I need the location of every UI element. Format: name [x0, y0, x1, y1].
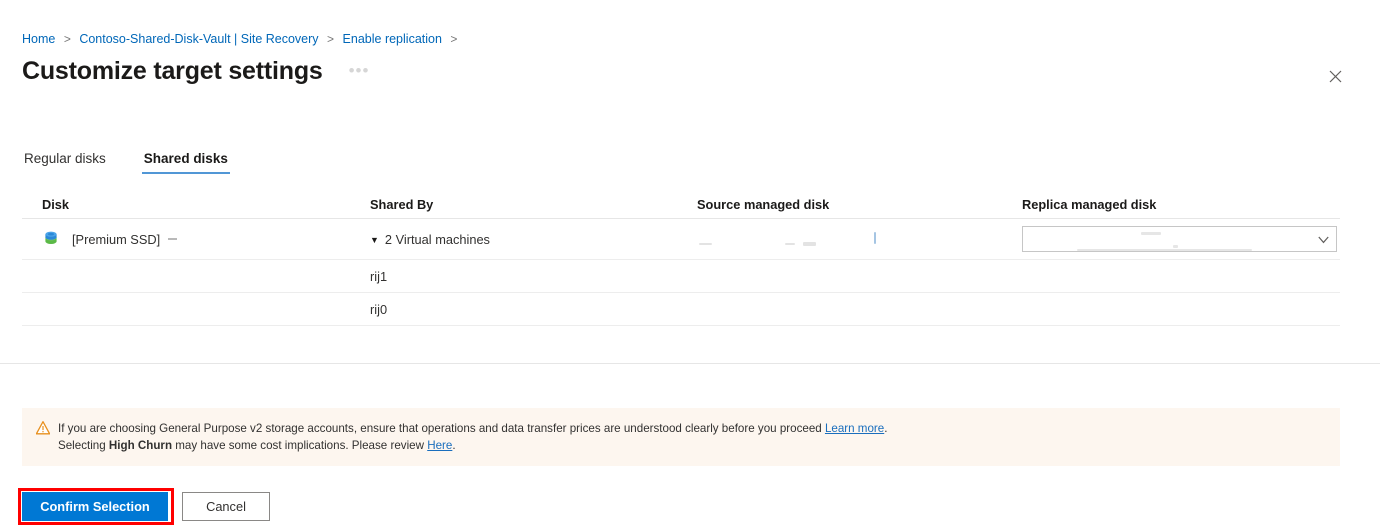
warning-line2-prefix: Selecting	[58, 439, 109, 452]
breadcrumb-item-enable-replication[interactable]: Enable replication	[343, 32, 442, 46]
column-header-source-managed-disk: Source managed disk	[697, 196, 830, 212]
table-row[interactable]: [Premium SSD] ▼ 2 Virtual machines	[22, 219, 1340, 260]
tab-regular-disks[interactable]: Regular disks	[22, 151, 108, 174]
breadcrumb-item-vault[interactable]: Contoso-Shared-Disk-Vault | Site Recover…	[79, 32, 318, 46]
title-row: Customize target settings •••	[22, 55, 373, 87]
warning-line1-prefix: If you are choosing General Purpose v2 s…	[58, 422, 825, 435]
breadcrumb-item-home[interactable]: Home	[22, 32, 55, 46]
table-row[interactable]: rij0	[22, 293, 1340, 326]
shared-by-count: 2 Virtual machines	[384, 231, 490, 247]
here-link[interactable]: Here	[427, 439, 452, 452]
page-title: Customize target settings	[22, 57, 323, 85]
footer-actions: Confirm Selection Cancel	[18, 488, 270, 525]
breadcrumb-separator: >	[63, 32, 71, 46]
cell-replica-managed-disk	[1022, 226, 1340, 252]
shared-disks-table: Disk Shared By Source managed disk Repli…	[22, 190, 1340, 326]
breadcrumb-separator: >	[327, 32, 335, 46]
close-icon[interactable]	[1322, 63, 1348, 89]
cell-shared-by: rij1	[370, 268, 388, 284]
more-options-icon[interactable]: •••	[345, 61, 374, 81]
column-header-disk: Disk	[42, 196, 70, 212]
breadcrumb: Home > Contoso-Shared-Disk-Vault | Site …	[22, 31, 462, 47]
chevron-down-icon[interactable]: ▼	[370, 235, 379, 245]
column-header-replica-managed-disk: Replica managed disk	[1022, 196, 1157, 212]
section-divider	[0, 363, 1380, 364]
breadcrumb-separator: >	[450, 32, 458, 46]
warning-line2-middle: may have some cost implications. Please …	[172, 439, 428, 452]
disk-name: [Premium SSD]	[72, 231, 161, 247]
cancel-button[interactable]: Cancel	[182, 492, 270, 521]
cell-shared-by: rij0	[370, 301, 388, 317]
redacted-source-value	[697, 230, 1012, 248]
tab-list: Regular disks Shared disks	[22, 144, 264, 174]
warning-high-churn-emphasis: High Churn	[108, 439, 173, 452]
warning-triangle-icon	[36, 421, 50, 435]
tab-shared-disks[interactable]: Shared disks	[141, 151, 230, 174]
managed-disk-icon	[45, 231, 57, 244]
column-header-shared-by: Shared By	[370, 196, 434, 212]
warning-banner: If you are choosing General Purpose v2 s…	[22, 408, 1340, 466]
replica-managed-disk-select[interactable]	[1022, 226, 1337, 252]
redacted-mark	[168, 238, 178, 240]
warning-line1-suffix: .	[884, 422, 888, 435]
warning-line2-suffix: .	[452, 439, 456, 452]
cell-disk: [Premium SSD]	[22, 230, 370, 248]
warning-text: If you are choosing General Purpose v2 s…	[58, 420, 887, 454]
cell-shared-by[interactable]: ▼ 2 Virtual machines	[370, 232, 697, 247]
chevron-down-icon[interactable]	[1318, 232, 1329, 247]
confirm-selection-button[interactable]: Confirm Selection	[22, 492, 168, 521]
learn-more-link[interactable]: Learn more	[825, 422, 884, 435]
table-row[interactable]: rij1	[22, 260, 1340, 293]
confirm-selection-wrapper: Confirm Selection	[18, 488, 174, 525]
cell-source-managed-disk	[697, 230, 1022, 248]
table-header-row: Disk Shared By Source managed disk Repli…	[22, 190, 1340, 219]
